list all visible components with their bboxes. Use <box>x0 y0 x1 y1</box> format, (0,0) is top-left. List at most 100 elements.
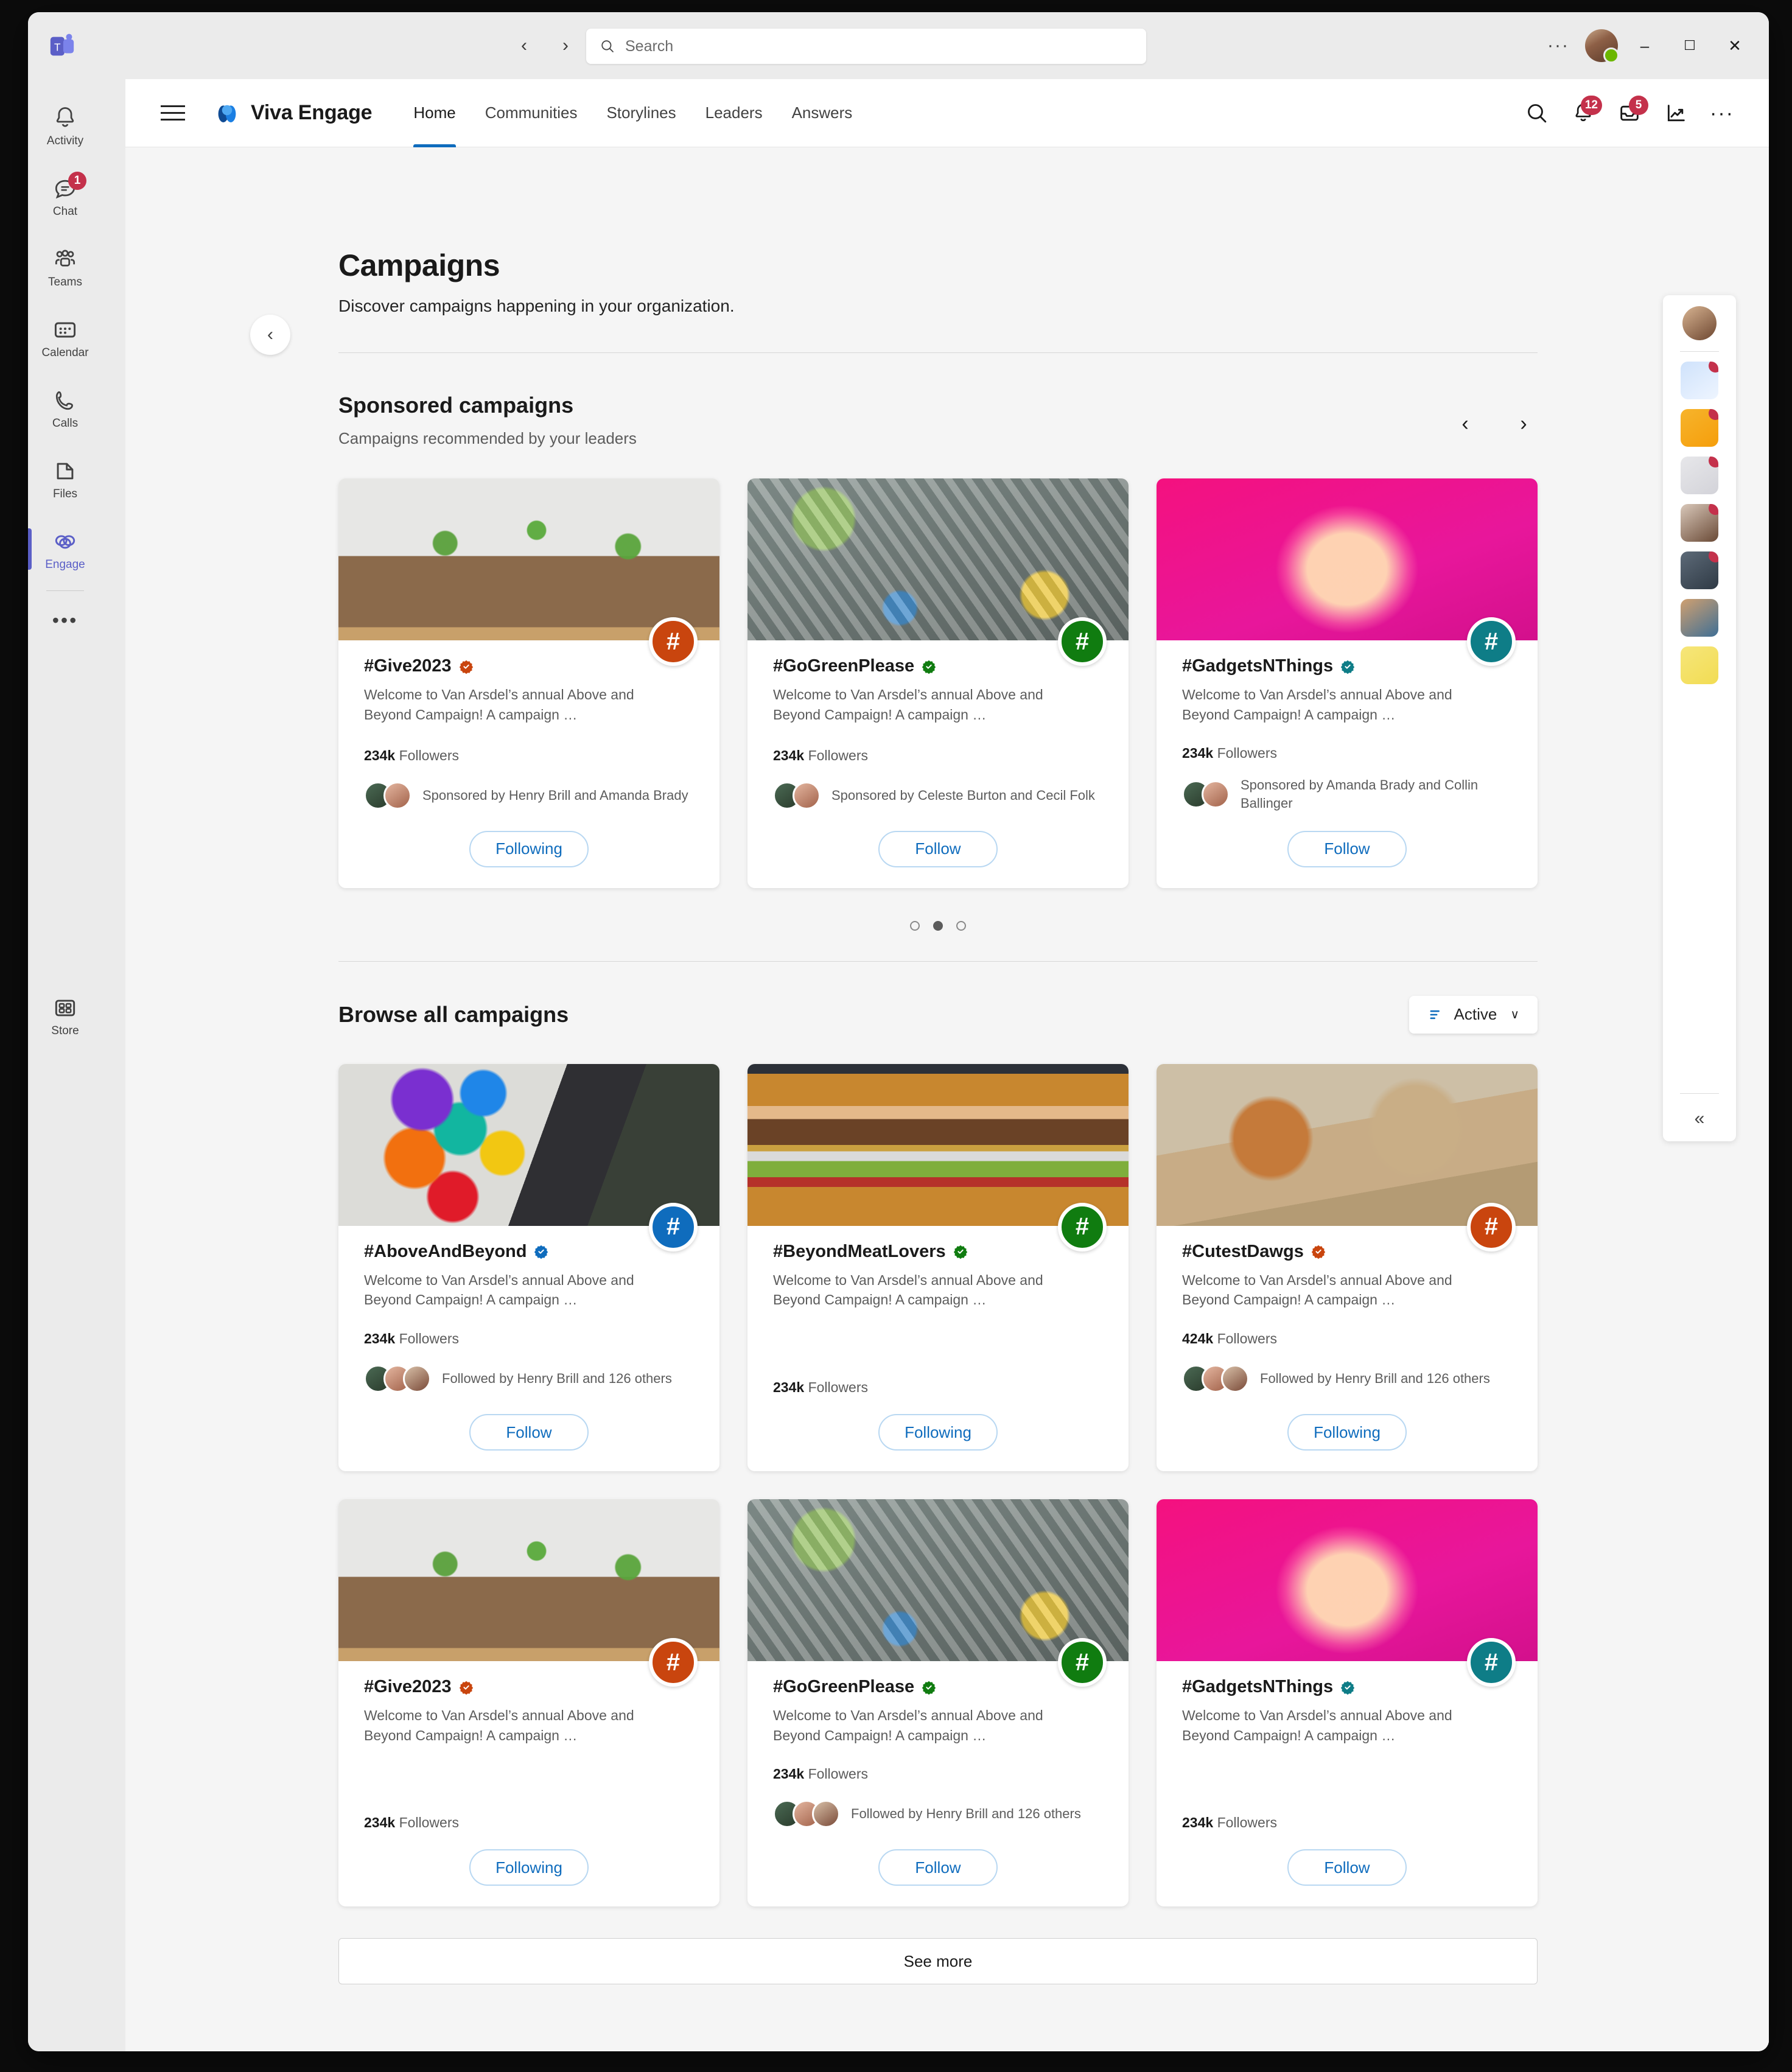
filter-dropdown[interactable]: Active ∨ <box>1409 995 1538 1034</box>
tab-storylines[interactable]: Storylines <box>592 79 690 147</box>
tab-home[interactable]: Home <box>399 79 470 147</box>
user-avatar[interactable] <box>1585 29 1619 63</box>
campaign-card[interactable]: # #Give2023 Welcome to Van Arsdel’s annual… <box>338 478 719 888</box>
page-subtitle: Discover campaigns happening in your org… <box>338 296 735 315</box>
app-icon-7[interactable] <box>1681 646 1718 684</box>
followers-label: Followers <box>399 1815 459 1831</box>
carousel-dot[interactable] <box>933 920 943 931</box>
follow-toggle-button[interactable]: Follow <box>1287 830 1407 867</box>
campaign-card[interactable]: # #Give2023 Welcome to Van Arsdel’s annual… <box>338 1499 719 1907</box>
sidebar-item-calls[interactable]: Calls <box>28 373 102 443</box>
app-icon-3[interactable] <box>1681 457 1718 494</box>
sidebar-item-chat[interactable]: Chat 1 <box>28 161 102 231</box>
carousel-dot[interactable] <box>956 920 966 931</box>
app-icon-1[interactable] <box>1681 362 1718 399</box>
hashtag-avatar-icon: # <box>649 617 698 666</box>
right-rail-divider <box>1680 351 1719 352</box>
history-nav: ‹ › <box>509 30 581 61</box>
verified-badge-icon <box>1340 660 1355 674</box>
teams-logo-icon: T <box>46 30 78 62</box>
filter-value: Active <box>1454 1005 1497 1024</box>
analytics-button[interactable] <box>1657 94 1695 132</box>
campaign-cover-image <box>338 1063 719 1226</box>
sidebar-label: Activity <box>46 134 84 147</box>
people-text: Followed by Henry Brill and 126 others <box>1260 1371 1490 1387</box>
sidebar-item-activity[interactable]: Activity <box>28 90 102 161</box>
carousel-dots <box>338 920 1538 931</box>
collapse-rail-button[interactable]: « <box>1695 1108 1705 1129</box>
follow-toggle-button[interactable]: Follow <box>1287 1849 1407 1886</box>
followers-label: Followers <box>808 1766 868 1782</box>
notifications-button[interactable]: 12 <box>1564 94 1602 132</box>
search-button[interactable] <box>1518 94 1556 132</box>
campaign-card[interactable]: # #GoGreenPlease Welcome to Van Arsdel’s a… <box>747 478 1129 888</box>
nav-tabs: Home Communities Storylines Leaders Answ… <box>399 79 867 147</box>
close-button[interactable]: ✕ <box>1717 28 1753 63</box>
inbox-button[interactable]: 5 <box>1611 94 1648 132</box>
app-icon-5[interactable] <box>1681 551 1718 589</box>
carousel-dot[interactable] <box>910 920 920 931</box>
follow-toggle-button[interactable]: Following <box>1287 1414 1407 1451</box>
tab-answers[interactable]: Answers <box>777 79 867 147</box>
app-icon-6[interactable] <box>1681 599 1718 637</box>
verified-badge-icon <box>459 1681 473 1695</box>
people-row: Followed by Henry Brill and 126 others <box>773 1797 1103 1831</box>
verified-badge-icon <box>1340 1681 1355 1695</box>
rail-overflow-button[interactable]: ••• <box>28 591 102 649</box>
campaign-card[interactable]: # #CutestDawgs Welcome to Van Arsdel’s ann… <box>1157 1063 1538 1471</box>
people-text: Sponsored by Amanda Brady and Collin Bal… <box>1241 777 1479 811</box>
follow-toggle-button[interactable]: Follow <box>469 1414 589 1451</box>
sidebar-item-engage[interactable]: Engage <box>28 514 102 584</box>
verified-badge-icon <box>922 660 936 674</box>
campaign-hashtag: #AboveAndBeyond <box>364 1241 527 1261</box>
carousel-next-button[interactable]: › <box>1510 410 1538 438</box>
campaign-card[interactable]: # #GadgetsNThings Welcome to Van Arsdel’s … <box>1157 1499 1538 1907</box>
maximize-button[interactable]: ☐ <box>1671 28 1708 63</box>
tab-leaders[interactable]: Leaders <box>691 79 777 147</box>
carousel-prev-button[interactable]: ‹ <box>1451 410 1479 438</box>
campaign-cover-image <box>747 1063 1129 1226</box>
campaign-card[interactable]: # #BeyondMeatLovers Welcome to Van Arsdel’… <box>747 1063 1129 1471</box>
followers-label: Followers <box>1217 1815 1277 1831</box>
app-top-nav: Viva Engage Home Communities Storylines … <box>125 79 1769 147</box>
campaign-description: Welcome to Van Arsdel’s annual Above and… <box>1182 1272 1452 1308</box>
campaign-description: Welcome to Van Arsdel’s annual Above and… <box>364 1272 634 1308</box>
campaign-hashtag: #GadgetsNThings <box>1182 1677 1334 1696</box>
window-more-button[interactable]: ··· <box>1540 35 1577 56</box>
campaign-card[interactable]: # #GoGreenPlease Welcome to Van Arsdel’s a… <box>747 1499 1129 1907</box>
followers-count: 234k <box>364 1331 396 1346</box>
sidebar-item-files[interactable]: Files <box>28 443 102 514</box>
hamburger-menu-icon[interactable] <box>161 99 189 127</box>
follow-toggle-button[interactable]: Follow <box>878 830 998 867</box>
follow-toggle-button[interactable]: Following <box>878 1414 998 1451</box>
search-input[interactable]: Search <box>586 29 1146 64</box>
right-rail: « <box>1663 295 1736 1141</box>
sidebar-item-teams[interactable]: Teams <box>28 231 102 302</box>
back-button[interactable]: ‹ <box>509 30 539 61</box>
nav-action-icons: 12 5 ··· <box>1518 79 1741 147</box>
minimize-button[interactable]: – <box>1626 28 1663 63</box>
hashtag-avatar-icon: # <box>1058 1638 1107 1687</box>
title-bar: T ‹ › Search ··· – ☐ ✕ <box>28 12 1769 79</box>
browse-cards-row-1: # #AboveAndBeyond Welcome to Van Arsdel’s … <box>338 1063 1538 1471</box>
teams-window: T ‹ › Search ··· – ☐ ✕ Activity Chat 1 T… <box>28 12 1769 2051</box>
followers-count: 234k <box>1182 745 1214 761</box>
campaign-card[interactable]: # #AboveAndBeyond Welcome to Van Arsdel’s … <box>338 1063 719 1471</box>
app-icon-4[interactable] <box>1681 504 1718 542</box>
follow-toggle-button[interactable]: Follow <box>878 1849 998 1886</box>
app-icon-2[interactable] <box>1681 409 1718 447</box>
sidebar-label: Calendar <box>41 346 89 359</box>
right-rail-avatar[interactable] <box>1682 306 1717 340</box>
sidebar-item-store[interactable]: Store <box>28 980 102 1051</box>
follow-toggle-button[interactable]: Following <box>469 830 589 867</box>
tab-communities[interactable]: Communities <box>471 79 592 147</box>
campaign-card[interactable]: # #GadgetsNThings Welcome to Van Arsdel’s … <box>1157 478 1538 888</box>
followers-line: 234k Followers <box>364 747 694 764</box>
sidebar-item-calendar[interactable]: Calendar <box>28 302 102 373</box>
page-back-button[interactable]: ‹ <box>250 315 290 355</box>
app-more-button[interactable]: ··· <box>1703 94 1741 132</box>
forward-button[interactable]: › <box>550 30 581 61</box>
see-more-button[interactable]: See more <box>338 1938 1538 1985</box>
follow-toggle-button[interactable]: Following <box>469 1849 589 1886</box>
